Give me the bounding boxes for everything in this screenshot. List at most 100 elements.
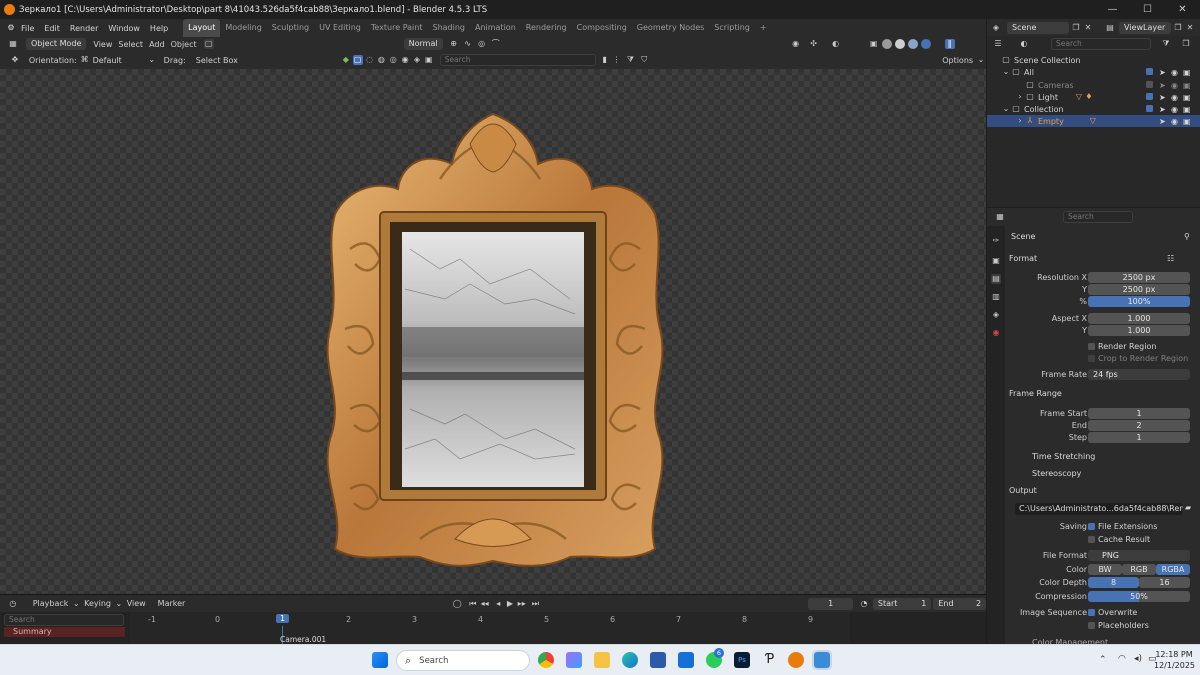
transform-tool-icon[interactable]: ✥ <box>10 55 20 65</box>
outliner-row[interactable]: ⌄ ▢ Collection ➤ ◉ ▣ <box>987 103 1200 115</box>
checkbox-icon[interactable] <box>1146 105 1153 112</box>
frame-end-field[interactable]: 2 <box>1088 419 1190 431</box>
photoshop-icon[interactable]: Ps <box>734 652 750 668</box>
jump-start-icon[interactable]: ⏮ <box>468 599 478 609</box>
object-menu[interactable]: Object <box>168 40 200 49</box>
select-type-text-icon[interactable]: ◉ <box>400 55 410 65</box>
summary-row[interactable]: Summary <box>4 627 125 637</box>
maximize-button[interactable]: ☐ <box>1130 0 1165 19</box>
jump-keyframe-forward-icon[interactable]: ▸▸ <box>517 599 527 609</box>
chevron-right-icon[interactable]: › <box>1015 116 1025 126</box>
minimize-button[interactable]: — <box>1095 0 1130 19</box>
end-frame-field[interactable]: End 2 <box>933 597 987 610</box>
options-dropdown[interactable]: Options <box>939 56 976 65</box>
jump-keyframe-back-icon[interactable]: ◂◂ <box>480 599 490 609</box>
output-section[interactable]: Output <box>1009 486 1037 495</box>
select-type-meta-icon[interactable]: ◎ <box>388 55 398 65</box>
tab-rendering[interactable]: Rendering <box>521 19 572 37</box>
material-shading-icon[interactable] <box>907 39 918 49</box>
xray-icon[interactable]: ▣ <box>869 39 879 49</box>
eye-icon[interactable]: ◉ <box>1171 117 1178 126</box>
render-region-checkbox[interactable] <box>1088 342 1095 350</box>
select-type-light-icon[interactable]: ◈ <box>412 55 422 65</box>
current-frame-field[interactable]: 1 <box>808 597 854 610</box>
view-menu[interactable]: View <box>90 40 115 49</box>
select-type-mesh-icon[interactable]: ▢ <box>352 55 363 65</box>
folder-icon[interactable]: ▰ <box>1185 503 1191 512</box>
keying-menu[interactable]: Keying <box>81 599 114 608</box>
chevron-down-icon[interactable]: ⌄ <box>1001 104 1011 114</box>
display-mode-icon[interactable]: ◐ <box>1019 39 1029 49</box>
format-section[interactable]: Format <box>1009 254 1037 263</box>
stopwatch-icon[interactable]: ◔ <box>859 599 869 609</box>
playhead[interactable]: 1 <box>276 614 290 623</box>
timeline-track-area[interactable]: -1 0 1 2 3 4 5 6 7 8 9 Camera.001 <box>130 612 850 645</box>
start-windows-icon[interactable] <box>372 652 388 668</box>
camera-icon[interactable]: ▣ <box>1183 81 1191 90</box>
solid-shading-icon[interactable] <box>894 39 905 49</box>
pause-render-icon[interactable]: ‖ <box>944 39 955 49</box>
eye-icon[interactable]: ◉ <box>1171 105 1178 114</box>
viewport-search-input[interactable]: Search <box>439 54 596 66</box>
play-icon[interactable]: ▶ <box>505 599 515 609</box>
add-menu[interactable]: Add <box>146 40 168 49</box>
overlay-icon[interactable]: ◐ <box>831 39 841 49</box>
frame-range-section[interactable]: Frame Range <box>1009 389 1062 398</box>
chevron-down-icon[interactable]: ⌄ <box>114 599 124 609</box>
properties-type-icon[interactable]: ▦ <box>995 212 1005 222</box>
select-type-curve-icon[interactable]: ◌ <box>365 55 375 65</box>
edge-icon[interactable] <box>622 652 638 668</box>
rendered-shading-icon[interactable] <box>920 39 931 49</box>
render-region-row[interactable]: Render Region <box>1088 340 1198 352</box>
play-reverse-icon[interactable]: ◂ <box>493 599 503 609</box>
marker-menu[interactable]: Marker <box>155 599 189 608</box>
view-layer-icon[interactable]: ▤ <box>1105 23 1115 33</box>
frame-step-field[interactable]: 1 <box>1088 431 1190 443</box>
file-explorer-icon[interactable] <box>594 652 610 668</box>
tab-sculpting[interactable]: Sculpting <box>267 19 314 37</box>
expand-icon[interactable]: ⋮ <box>612 55 622 65</box>
checkbox-icon[interactable] <box>1146 93 1153 100</box>
tab-texture-paint[interactable]: Texture Paint <box>366 19 428 37</box>
close-icon[interactable]: ✕ <box>1083 23 1093 33</box>
new-collection-icon[interactable]: ❐ <box>1181 39 1191 49</box>
checkbox-icon[interactable] <box>1146 68 1153 75</box>
menu-edit[interactable]: Edit <box>39 24 65 33</box>
chevron-down-icon[interactable]: ⌄ <box>1001 67 1011 77</box>
clock-date[interactable]: 12/1/2025 <box>1154 661 1195 670</box>
copilot-icon[interactable] <box>566 652 582 668</box>
render-tab-icon[interactable]: ▣ <box>991 256 1001 266</box>
chevron-down-icon[interactable]: ⌄ <box>71 599 81 609</box>
transform-orientation-dropdown[interactable]: Normal <box>403 38 443 50</box>
select-type-camera-icon[interactable]: ▣ <box>424 55 434 65</box>
jump-end-icon[interactable]: ⏭ <box>531 599 541 609</box>
gizmo-icon[interactable]: ✣ <box>809 39 819 49</box>
outlook-icon[interactable] <box>678 652 694 668</box>
depth-8-button[interactable]: 8 <box>1088 576 1139 588</box>
chevron-up-icon[interactable]: ⌃ <box>1099 655 1107 665</box>
add-workspace-button[interactable]: + <box>755 19 772 37</box>
snap-icon[interactable]: ∿ <box>463 39 473 49</box>
select-arrow-icon[interactable]: ➤ <box>1159 81 1166 90</box>
chrome-icon[interactable] <box>538 652 554 668</box>
tab-modeling[interactable]: Modeling <box>220 19 266 37</box>
tab-shading[interactable]: Shading <box>427 19 470 37</box>
properties-search-input[interactable]: Search <box>1063 210 1133 223</box>
scene-selector[interactable]: Scene <box>1007 21 1069 34</box>
camera-icon[interactable]: ▣ <box>1183 105 1191 114</box>
clock-icon[interactable]: ◷ <box>8 599 18 609</box>
clock-time[interactable]: 12:18 PM <box>1154 650 1194 659</box>
outliner-row[interactable]: ▢ Cameras ➤ ◉ ▣ <box>987 79 1200 91</box>
wifi-icon[interactable]: ◠ <box>1118 654 1126 664</box>
timeline-search-input[interactable]: Search <box>4 614 124 626</box>
select-arrow-icon[interactable]: ➤ <box>1159 117 1166 126</box>
checkbox-icon[interactable] <box>1146 81 1153 88</box>
overwrite-checkbox[interactable] <box>1088 608 1095 616</box>
select-arrow-icon[interactable]: ➤ <box>1159 105 1166 114</box>
filter-icon[interactable]: ⧩ <box>1161 39 1171 49</box>
placeholders-row[interactable]: Placeholders <box>1088 619 1198 631</box>
stereoscopy-section[interactable]: Stereoscopy <box>1032 469 1081 478</box>
select-type-surface-icon[interactable]: ◍ <box>376 55 386 65</box>
camera-marker[interactable]: Camera.001 <box>280 635 326 644</box>
blender-menu-icon[interactable]: ⚙ <box>6 23 16 33</box>
